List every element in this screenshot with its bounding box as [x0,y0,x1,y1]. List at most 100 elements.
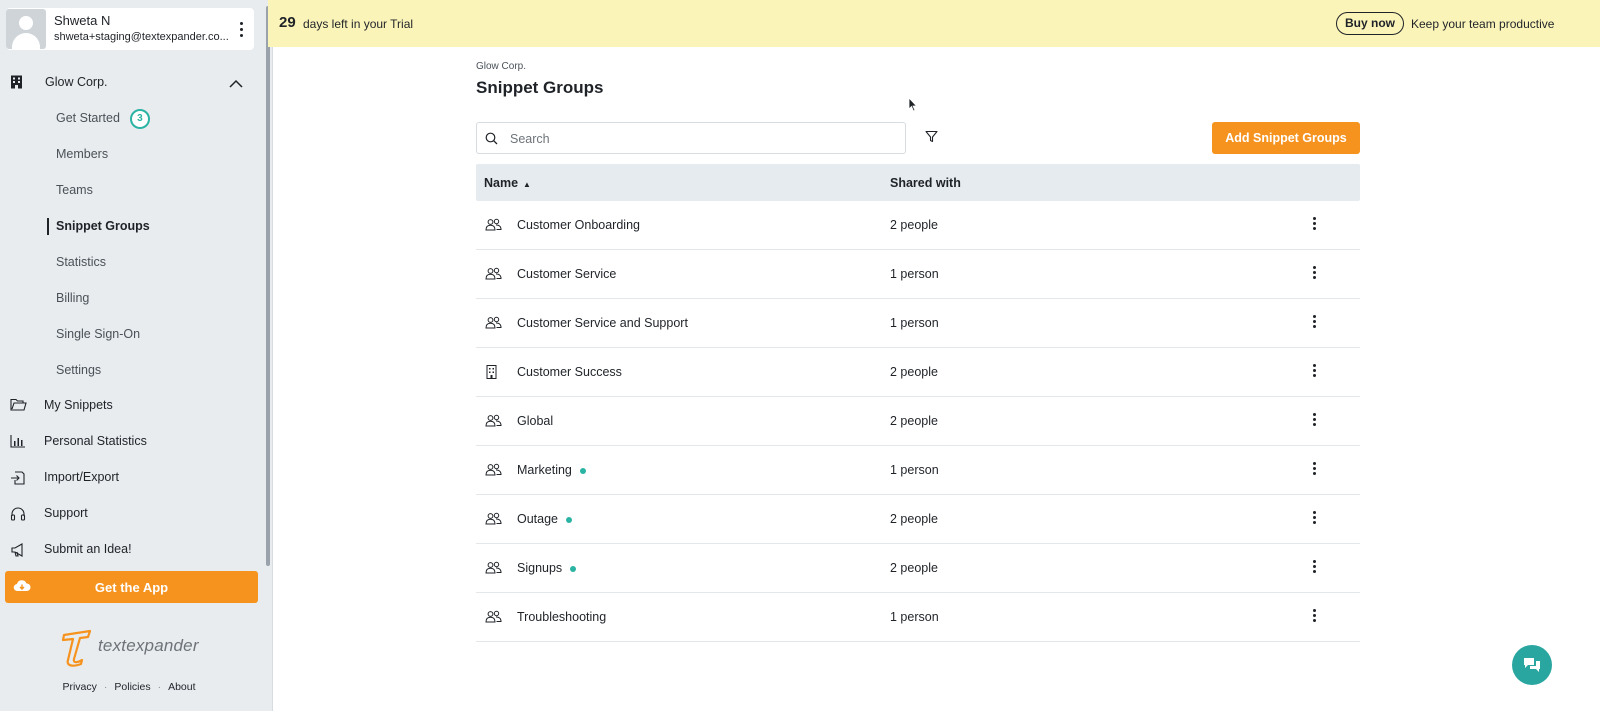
group-name[interactable]: Outage [517,512,573,526]
sidebar-item-statistics[interactable]: Statistics [0,250,258,286]
org-nav-header[interactable]: Glow Corp. [0,72,258,94]
search-icon [485,132,498,150]
breadcrumb[interactable]: Glow Corp. [476,61,526,72]
row-menu-icon[interactable] [1310,364,1318,377]
shared-with: 2 people [890,512,938,526]
sort-asc-icon: ▲ [523,180,531,189]
shared-with: 1 person [890,610,939,624]
banner-tagline: Keep your team productive [1411,17,1555,31]
sidebar-item-label: Members [56,147,109,161]
about-link[interactable]: About [168,681,195,693]
row-menu-icon[interactable] [1310,560,1318,573]
main-nav: My Snippets Personal Statistics Import/E… [0,394,258,574]
add-snippet-groups-button[interactable]: Add Snippet Groups [1212,122,1360,154]
org-name: Glow Corp. [45,75,108,89]
sidebar-item-label: Settings [56,363,102,377]
row-menu-icon[interactable] [1310,217,1318,230]
sidebar-item-teams[interactable]: Teams [0,178,258,214]
sidebar-item-settings[interactable]: Settings [0,358,258,394]
people-icon [485,414,502,432]
row-menu-icon[interactable] [1310,609,1318,622]
user-name: Shweta N [54,13,111,28]
row-menu-icon[interactable] [1310,266,1318,279]
sidebar-item-label: Teams [56,183,93,197]
new-indicator-dot [570,565,577,572]
table-body: Customer Onboarding 2 people Customer Serv… [476,201,1360,642]
row-menu-icon[interactable] [1310,511,1318,524]
people-icon [485,463,502,481]
sidebar-item-get-started[interactable]: Get Started 3 [0,106,258,142]
sidebar-item-label: Personal Statistics [44,434,147,448]
active-indicator [47,218,49,235]
search-box[interactable] [476,122,906,154]
policies-link[interactable]: Policies [114,681,150,693]
privacy-link[interactable]: Privacy [62,681,96,693]
buy-now-button[interactable]: Buy now [1336,12,1404,35]
sidebar-item-my-snippets[interactable]: My Snippets [0,394,258,430]
avatar [6,9,46,49]
sidebar-item-label: Import/Export [44,470,120,484]
group-name[interactable]: Global [517,414,553,428]
group-name[interactable]: Customer Success [517,365,622,379]
building-icon [10,75,23,94]
row-menu-icon[interactable] [1310,462,1318,475]
sidebar-item-label: Get Started [56,111,120,125]
people-icon [485,512,502,530]
user-menu-icon[interactable] [234,21,248,37]
sidebar-item-label: Support [44,506,88,520]
chevron-up-icon[interactable] [229,76,243,94]
group-name-text: Customer Service [517,267,617,281]
group-name[interactable]: Customer Service and Support [517,316,688,330]
chat-bubble-icon [1522,656,1542,679]
sidebar-item-label: Snippet Groups [56,219,150,233]
trial-days-text: days left in your Trial [303,17,414,31]
sidebar-item-members[interactable]: Members [0,142,258,178]
table-row[interactable]: Marketing 1 person [476,446,1360,495]
group-name-text: Customer Service and Support [517,316,688,330]
group-name-text: Global [517,414,554,428]
people-icon [485,561,502,579]
sidebar-item-single-sign-on[interactable]: Single Sign-On [0,322,258,358]
table-row[interactable]: Customer Success 2 people [476,348,1360,397]
group-name[interactable]: Signups [517,561,577,575]
table-row[interactable]: Outage 2 people [476,495,1360,544]
chat-widget-button[interactable] [1512,645,1552,685]
group-name-text: Customer Onboarding [517,218,640,232]
folder-icon [10,398,28,417]
group-name-text: Signups [517,561,563,575]
new-indicator-dot [579,467,586,474]
table-row[interactable]: Customer Onboarding 2 people [476,201,1360,250]
column-header-shared[interactable]: Shared with [890,176,961,190]
sidebar-scrollbar[interactable] [266,6,270,566]
group-name-text: Troubleshooting [517,610,607,624]
get-app-button[interactable]: Get the App [5,571,258,603]
group-name[interactable]: Marketing [517,463,586,477]
megaphone-icon [10,542,26,563]
building-icon [485,365,498,384]
filter-icon[interactable] [925,130,938,148]
sidebar-item-billing[interactable]: Billing [0,286,258,322]
group-name[interactable]: Customer Onboarding [517,218,640,232]
group-name[interactable]: Customer Service [517,267,616,281]
sidebar-item-submit-idea[interactable]: Submit an Idea! [0,538,258,574]
search-input[interactable] [510,129,890,149]
sidebar-item-support[interactable]: Support [0,502,258,538]
table-row[interactable]: Customer Service 1 person [476,250,1360,299]
sidebar-item-label: Statistics [56,255,107,269]
table-row[interactable]: Global 2 people [476,397,1360,446]
table-row[interactable]: Customer Service and Support 1 person [476,299,1360,348]
sidebar-item-snippet-groups[interactable]: Snippet Groups [0,214,258,250]
table-header: Name ▲ Shared with [476,164,1360,201]
sidebar-item-label: Submit an Idea! [44,542,132,556]
sidebar-item-personal-statistics[interactable]: Personal Statistics [0,430,258,466]
row-menu-icon[interactable] [1310,413,1318,426]
row-menu-icon[interactable] [1310,315,1318,328]
group-name[interactable]: Troubleshooting [517,610,606,624]
mouse-cursor-icon [908,97,918,112]
new-indicator-dot [566,516,573,523]
column-header-name[interactable]: Name ▲ [484,176,531,190]
user-card[interactable]: Shweta N shweta+staging@textexpander.co.… [6,8,254,50]
table-row[interactable]: Troubleshooting 1 person [476,593,1360,642]
sidebar-item-import-export[interactable]: Import/Export [0,466,258,502]
table-row[interactable]: Signups 2 people [476,544,1360,593]
